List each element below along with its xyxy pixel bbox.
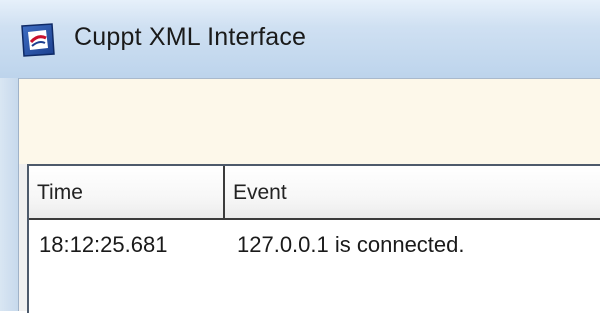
table-row[interactable]: 18:12:25.681 127.0.0.1 is connected. <box>29 222 600 262</box>
app-icon[interactable] <box>20 22 56 58</box>
application-window: Cuppt XML Interface Time Event 18:12:25.… <box>0 0 600 313</box>
top-panel <box>19 78 600 164</box>
cell-event: 127.0.0.1 is connected. <box>237 232 465 257</box>
column-header-time[interactable]: Time <box>29 166 225 218</box>
window-title: Cuppt XML Interface <box>74 23 307 51</box>
cell-time: 18:12:25.681 <box>39 232 168 257</box>
event-log-list[interactable]: Time Event 18:12:25.681 127.0.0.1 is con… <box>27 164 600 313</box>
list-header: Time Event <box>29 166 600 220</box>
column-header-event[interactable]: Event <box>225 166 600 218</box>
window-frame-left <box>0 78 18 311</box>
title-bar[interactable]: Cuppt XML Interface <box>0 0 600 78</box>
client-area: Time Event 18:12:25.681 127.0.0.1 is con… <box>18 78 600 313</box>
